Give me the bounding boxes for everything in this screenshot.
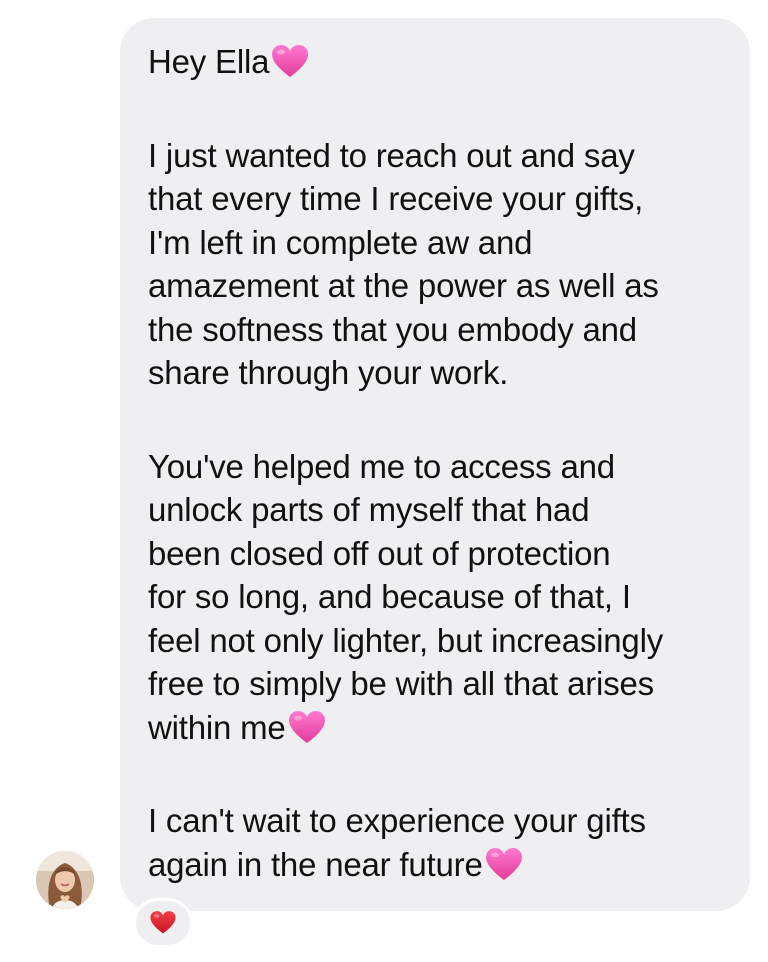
message-line: You've helped me to access and <box>148 447 615 485</box>
message-line: free to simply be with all that arises <box>148 665 654 702</box>
message-paragraph: I just wanted to reach out and say that … <box>148 134 726 395</box>
message-bubble[interactable]: Hey Ella I just wanted to reach out and … <box>120 18 750 911</box>
message-line: I can't wait to experience your gifts <box>148 802 646 839</box>
message-paragraph: You've helped me to access and unlock pa… <box>148 445 726 750</box>
message-line: share through your work. <box>148 354 509 391</box>
message-line: amazement at the power as well as <box>148 267 659 304</box>
red-heart-icon <box>150 911 176 934</box>
message-line: unlock parts of myself that had <box>148 491 590 528</box>
pink-heart-icon <box>288 710 325 743</box>
pink-heart-icon <box>485 847 522 880</box>
message-line: been closed off out of protection <box>148 534 611 572</box>
message-line: Hey Ella <box>148 40 726 84</box>
message-line: the softness that you embody and <box>148 310 637 348</box>
message-line: I'm left in complete aw and <box>148 223 533 261</box>
message-paragraph-greeting: Hey Ella <box>148 40 726 84</box>
pink-heart-icon <box>272 45 309 77</box>
message-paragraph: I can't wait to experience your gifts ag… <box>148 799 726 886</box>
message-line: within me <box>148 706 726 750</box>
reaction-badge[interactable] <box>133 898 193 948</box>
message-line: that every time I receive your gifts, <box>148 180 644 217</box>
message-line: feel not only lighter, but increasingly <box>148 621 664 659</box>
avatar[interactable] <box>36 851 94 909</box>
message-line: for so long, and because of that, I <box>148 578 631 615</box>
message-line: I just wanted to reach out and say <box>148 136 635 174</box>
avatar-photo <box>36 851 94 909</box>
message-line: again in the near future <box>148 843 726 887</box>
